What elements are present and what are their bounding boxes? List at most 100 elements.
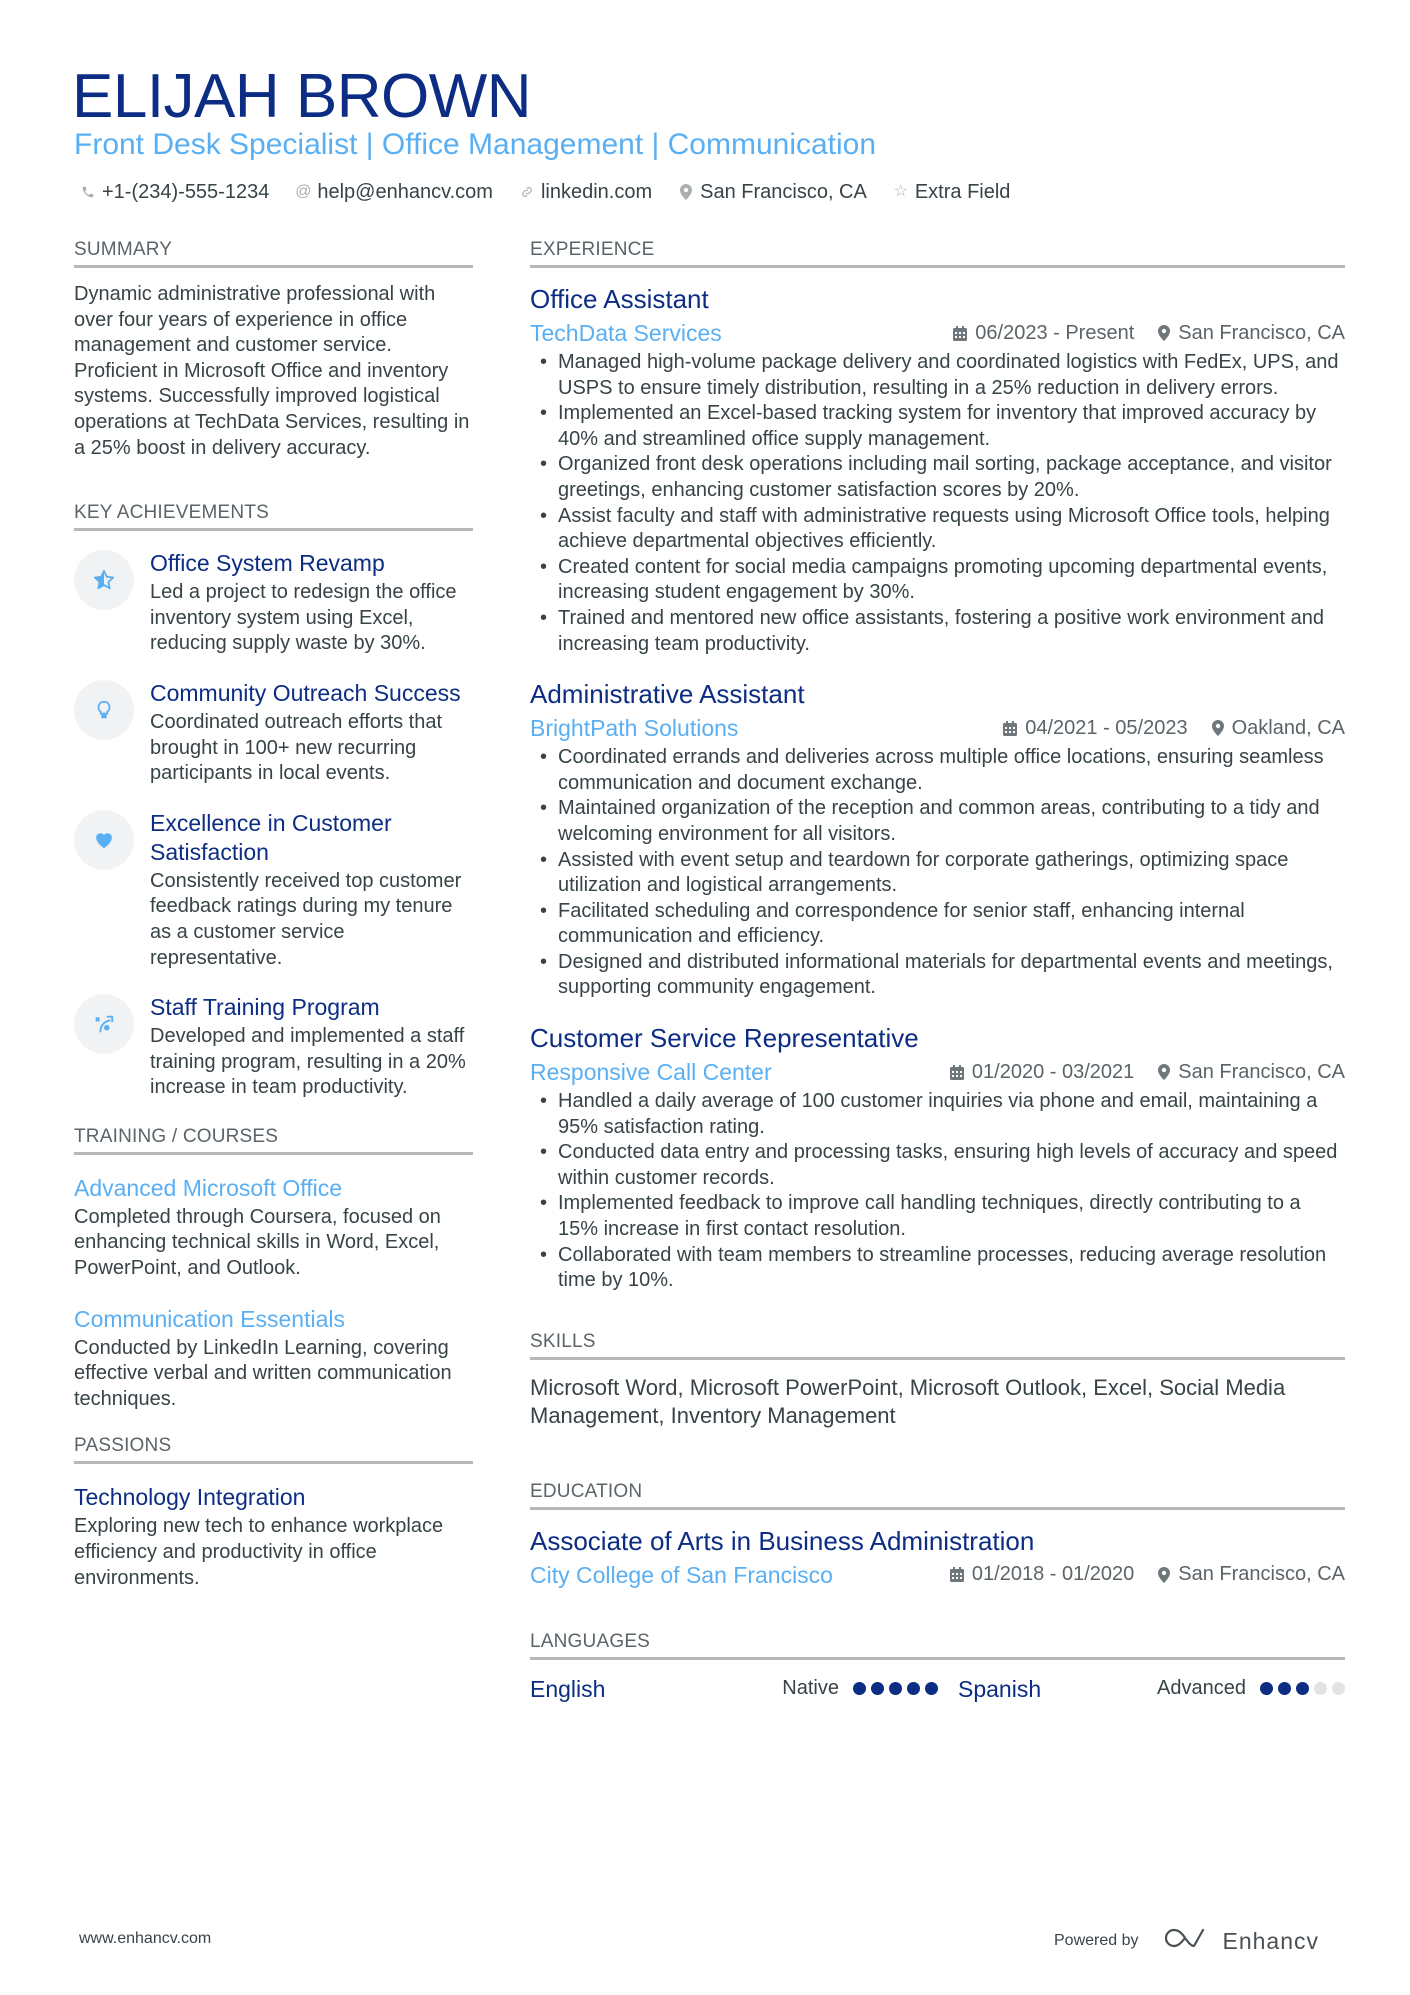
- contact-email[interactable]: @ help@enhancv.com: [295, 178, 493, 206]
- job-bullet: Created content for social media campaig…: [530, 555, 1345, 606]
- course-title: Advanced Microsoft Office: [74, 1174, 343, 1201]
- phone-icon: [80, 185, 96, 199]
- training-section: TRAINING / COURSES Advanced Microsoft Of…: [74, 1125, 473, 1413]
- degree-title: Associate of Arts in Business Administra…: [530, 1525, 1035, 1556]
- job-bullet: Assisted with event setup and teardown f…: [530, 848, 1345, 899]
- brand-name: Enhancv: [1222, 1927, 1320, 1954]
- section-title-training: TRAINING / COURSES: [74, 1125, 473, 1155]
- job-bullet: Trained and mentored new office assistan…: [530, 606, 1345, 657]
- language-item: English Native: [530, 1674, 938, 1704]
- job-location: San Francisco, CA: [1178, 321, 1345, 344]
- section-title-summary: SUMMARY: [74, 238, 473, 268]
- contact-location-text: San Francisco, CA: [700, 181, 867, 203]
- contact-email-text: help@enhancv.com: [317, 181, 493, 203]
- job-dates: 06/2023 - Present: [975, 321, 1135, 344]
- job-bullet: Implemented feedback to improve call han…: [530, 1191, 1345, 1242]
- section-title-languages: LANGUAGES: [530, 1630, 1345, 1660]
- job-bullet: Collaborated with team members to stream…: [530, 1243, 1345, 1294]
- achievement-item: Staff Training Program Developed and imp…: [74, 993, 473, 1101]
- section-title-experience: EXPERIENCE: [530, 238, 1345, 268]
- job-entry: Customer Service Representative Responsi…: [530, 1021, 1345, 1294]
- contact-linkedin[interactable]: linkedin.com: [519, 178, 652, 206]
- job-bullet: Coordinated errands and deliveries acros…: [530, 745, 1345, 796]
- footer-website[interactable]: www.enhancv.com: [79, 1930, 211, 1948]
- job-location: San Francisco, CA: [1178, 1060, 1345, 1083]
- job-title: Office Assistant: [530, 284, 709, 314]
- achievements-section: KEY ACHIEVEMENTS Office System Revamp Le…: [74, 501, 473, 1101]
- link-icon: [519, 185, 535, 199]
- lightbulb-icon: [74, 679, 134, 740]
- location-icon: [1158, 325, 1171, 341]
- contact-phone-text: +1-(234)-555-1234: [102, 181, 270, 203]
- section-title-skills: SKILLS: [530, 1330, 1345, 1360]
- contact-linkedin-text: linkedin.com: [540, 181, 653, 203]
- contact-extra: ☆ Extra Field: [893, 178, 1011, 206]
- education-section: EDUCATION Associate of Arts in Business …: [530, 1480, 1345, 1590]
- school-name: City College of San Francisco: [530, 1561, 833, 1588]
- section-title-passions: PASSIONS: [74, 1434, 473, 1465]
- powered-by-label: Powered by: [1054, 1932, 1139, 1949]
- passion-text: Exploring new tech to enhance workplace …: [74, 1515, 444, 1589]
- rating-dot-filled: [871, 1682, 884, 1696]
- skills-text: Microsoft Word, Microsoft PowerPoint, Mi…: [530, 1374, 1286, 1428]
- job-dates: 04/2021 - 05/2023: [1025, 716, 1188, 739]
- job-title: Administrative Assistant: [530, 679, 805, 710]
- job-entry: Administrative Assistant BrightPath Solu…: [530, 677, 1345, 1001]
- achievement-title: Community Outreach Success: [150, 679, 461, 706]
- resume-page: ELIJAH BROWN Front Desk Specialist | Off…: [0, 0, 1410, 1995]
- contact-location: San Francisco, CA: [678, 178, 867, 206]
- summary-section: SUMMARY Dynamic administrative professio…: [74, 238, 473, 461]
- job-dates: 01/2020 - 03/2021: [971, 1060, 1135, 1083]
- summary-text: Dynamic administrative professional with…: [74, 283, 470, 459]
- calendar-icon: [953, 325, 968, 341]
- rating-dot-filled: [1278, 1682, 1291, 1696]
- at-icon: @: [295, 183, 312, 200]
- language-rating: [1260, 1682, 1345, 1696]
- course-title: Communication Essentials: [74, 1305, 346, 1332]
- achievement-item: Office System Revamp Led a project to re…: [74, 549, 473, 657]
- contact-phone[interactable]: +1-(234)-555-1234: [80, 178, 269, 206]
- brand-logo[interactable]: Enhancv: [1164, 1926, 1320, 1956]
- job-bullet: Implemented an Excel-based tracking syst…: [530, 401, 1345, 452]
- candidate-name: ELIJAH BROWN: [72, 62, 532, 131]
- achievement-text: Consistently received top customer feedb…: [150, 869, 462, 969]
- achievement-title: Office System Revamp: [150, 550, 385, 577]
- passion-title: Technology Integration: [74, 1484, 306, 1511]
- achievement-item: Excellence in Customer Satisfaction Cons…: [74, 809, 473, 971]
- job-bullets: Managed high-volume package delivery and…: [530, 350, 1345, 657]
- job-location: Oakland, CA: [1231, 716, 1345, 739]
- company-name: Responsive Call Center: [530, 1059, 772, 1086]
- rating-dot-filled: [925, 1682, 938, 1696]
- section-title-education: EDUCATION: [530, 1480, 1345, 1510]
- job-bullet: Organized front desk operations includin…: [530, 452, 1345, 503]
- language-item: Spanish Advanced: [958, 1674, 1345, 1704]
- language-level: Advanced: [1157, 1677, 1246, 1700]
- rating-dot-filled: [907, 1682, 920, 1696]
- achievement-text: Led a project to redesign the office inv…: [150, 581, 457, 655]
- job-bullets: Handled a daily average of 100 customer …: [530, 1089, 1345, 1294]
- job-bullet: Conducted data entry and processing task…: [530, 1140, 1345, 1191]
- course-text: Conducted by LinkedIn Learning, covering…: [74, 1336, 452, 1410]
- job-entry: Office Assistant TechData Services 06/20…: [530, 282, 1345, 657]
- experience-section: EXPERIENCE Office Assistant TechData Ser…: [530, 238, 1345, 1294]
- rating-dot-filled: [1296, 1682, 1309, 1696]
- section-title-achievements: KEY ACHIEVEMENTS: [74, 501, 473, 532]
- calendar-icon: [949, 1064, 964, 1080]
- languages-section: LANGUAGES English Native Spanish Advance…: [530, 1630, 1345, 1704]
- calendar-icon: [1003, 720, 1018, 736]
- skills-section: SKILLS Microsoft Word, Microsoft PowerPo…: [530, 1330, 1345, 1430]
- job-bullet: Assist faculty and staff with administra…: [530, 504, 1345, 555]
- contact-extra-text: Extra Field: [914, 181, 1011, 203]
- passion-item: Technology Integration Exploring new tec…: [74, 1482, 473, 1591]
- rating-dot-empty: [1314, 1682, 1327, 1696]
- job-bullets: Coordinated errands and deliveries acros…: [530, 745, 1345, 1001]
- education-location: San Francisco, CA: [1178, 1563, 1345, 1586]
- course-item: Communication Essentials Conducted by Li…: [74, 1304, 473, 1413]
- achievement-title: Staff Training Program: [150, 994, 380, 1021]
- heart-icon: [74, 809, 134, 870]
- contact-row: +1-(234)-555-1234 @ help@enhancv.com lin…: [80, 178, 1010, 206]
- achievement-text: Developed and implemented a staff traini…: [150, 1025, 466, 1099]
- footer-branding: Powered by Enhancv: [1054, 1926, 1319, 1956]
- job-bullet: Managed high-volume package delivery and…: [530, 350, 1345, 401]
- passions-section: PASSIONS Technology Integration Explorin…: [74, 1434, 473, 1591]
